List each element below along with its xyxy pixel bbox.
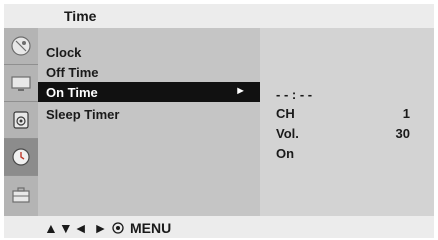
menu-item-on-time[interactable]: On Time ►	[38, 82, 260, 102]
menu-item-label: Clock	[46, 45, 82, 60]
navigation-arrows-icon: ▲▼◄ ►	[44, 220, 109, 236]
on-time-time-value[interactable]: - - : - -	[276, 87, 312, 102]
menu-item-label: Off Time	[46, 65, 99, 80]
menu-item-clock[interactable]: Clock	[38, 42, 260, 62]
sidebar-item-special[interactable]	[4, 176, 38, 213]
osd-window: Time Clock Off Time On Time ► Sleep Time…	[4, 4, 434, 238]
monitor-icon	[11, 76, 31, 91]
menu-hint-label: MENU	[130, 220, 172, 236]
sidebar-item-sound[interactable]	[4, 102, 38, 139]
clock-icon	[12, 148, 30, 166]
title-bar: Time	[4, 4, 434, 28]
footer-hint-bar: ▲▼◄ ► MENU	[4, 216, 434, 238]
menu-item-label: On Time	[46, 85, 98, 100]
menu-item-label: Sleep Timer	[46, 107, 120, 122]
channel-label: CH	[276, 106, 295, 121]
sidebar-item-time[interactable]	[4, 139, 38, 176]
satellite-dish-icon	[11, 36, 31, 56]
speaker-icon	[13, 111, 29, 129]
sidebar-item-station[interactable]	[4, 28, 38, 65]
menu-item-sleep-timer[interactable]: Sleep Timer	[38, 104, 260, 124]
ok-button-icon	[112, 222, 124, 234]
on-time-settings-panel: - - : - - CH 1 Vol. 30 On	[260, 28, 434, 216]
channel-value[interactable]: 1	[403, 106, 410, 121]
submenu-arrow-icon: ►	[235, 85, 246, 97]
sidebar-item-picture[interactable]	[4, 65, 38, 102]
menu-list: Clock Off Time On Time ► Sleep Timer	[38, 28, 260, 216]
sidebar	[4, 28, 38, 216]
on-time-state[interactable]: On	[276, 146, 294, 161]
briefcase-icon	[12, 186, 30, 203]
page-title: Time	[64, 8, 97, 24]
menu-item-off-time[interactable]: Off Time	[38, 62, 260, 82]
volume-label: Vol.	[276, 126, 299, 141]
volume-value[interactable]: 30	[396, 126, 410, 141]
